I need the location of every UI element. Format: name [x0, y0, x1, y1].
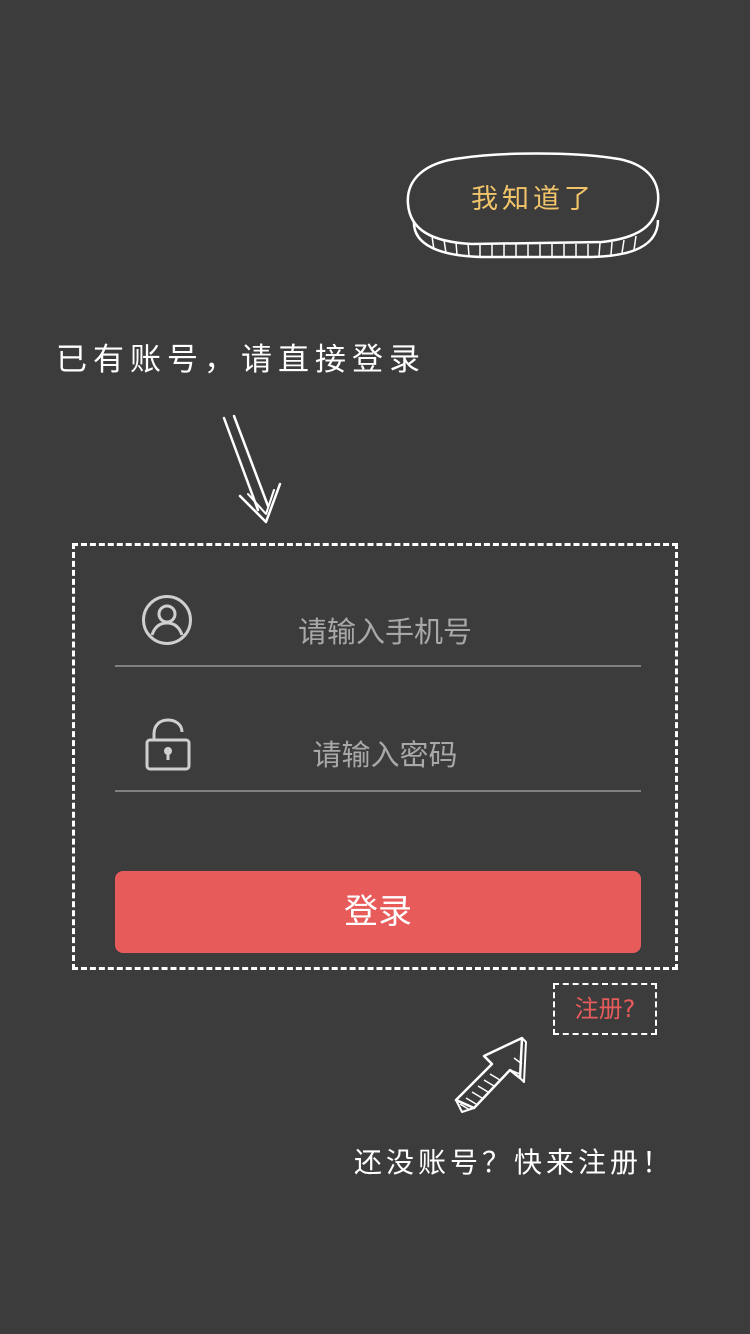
phone-underline — [115, 665, 641, 667]
lock-icon — [145, 718, 191, 771]
got-it-label: 我知道了 — [471, 184, 595, 215]
user-icon — [142, 595, 192, 645]
password-underline — [115, 790, 641, 792]
arrow-down-icon — [222, 414, 282, 524]
login-hint: 已有账号，请直接登录 — [56, 342, 426, 378]
got-it-button[interactable]: 我知道了 — [402, 150, 664, 262]
login-form: 登录 — [72, 543, 678, 970]
phone-input[interactable] — [195, 608, 575, 656]
arrow-up-right-icon — [454, 1036, 527, 1113]
register-link[interactable]: 注册? — [553, 983, 657, 1035]
register-hint: 还没账号？快来注册！ — [354, 1146, 675, 1179]
password-input[interactable] — [195, 731, 575, 779]
login-button[interactable]: 登录 — [115, 871, 641, 953]
